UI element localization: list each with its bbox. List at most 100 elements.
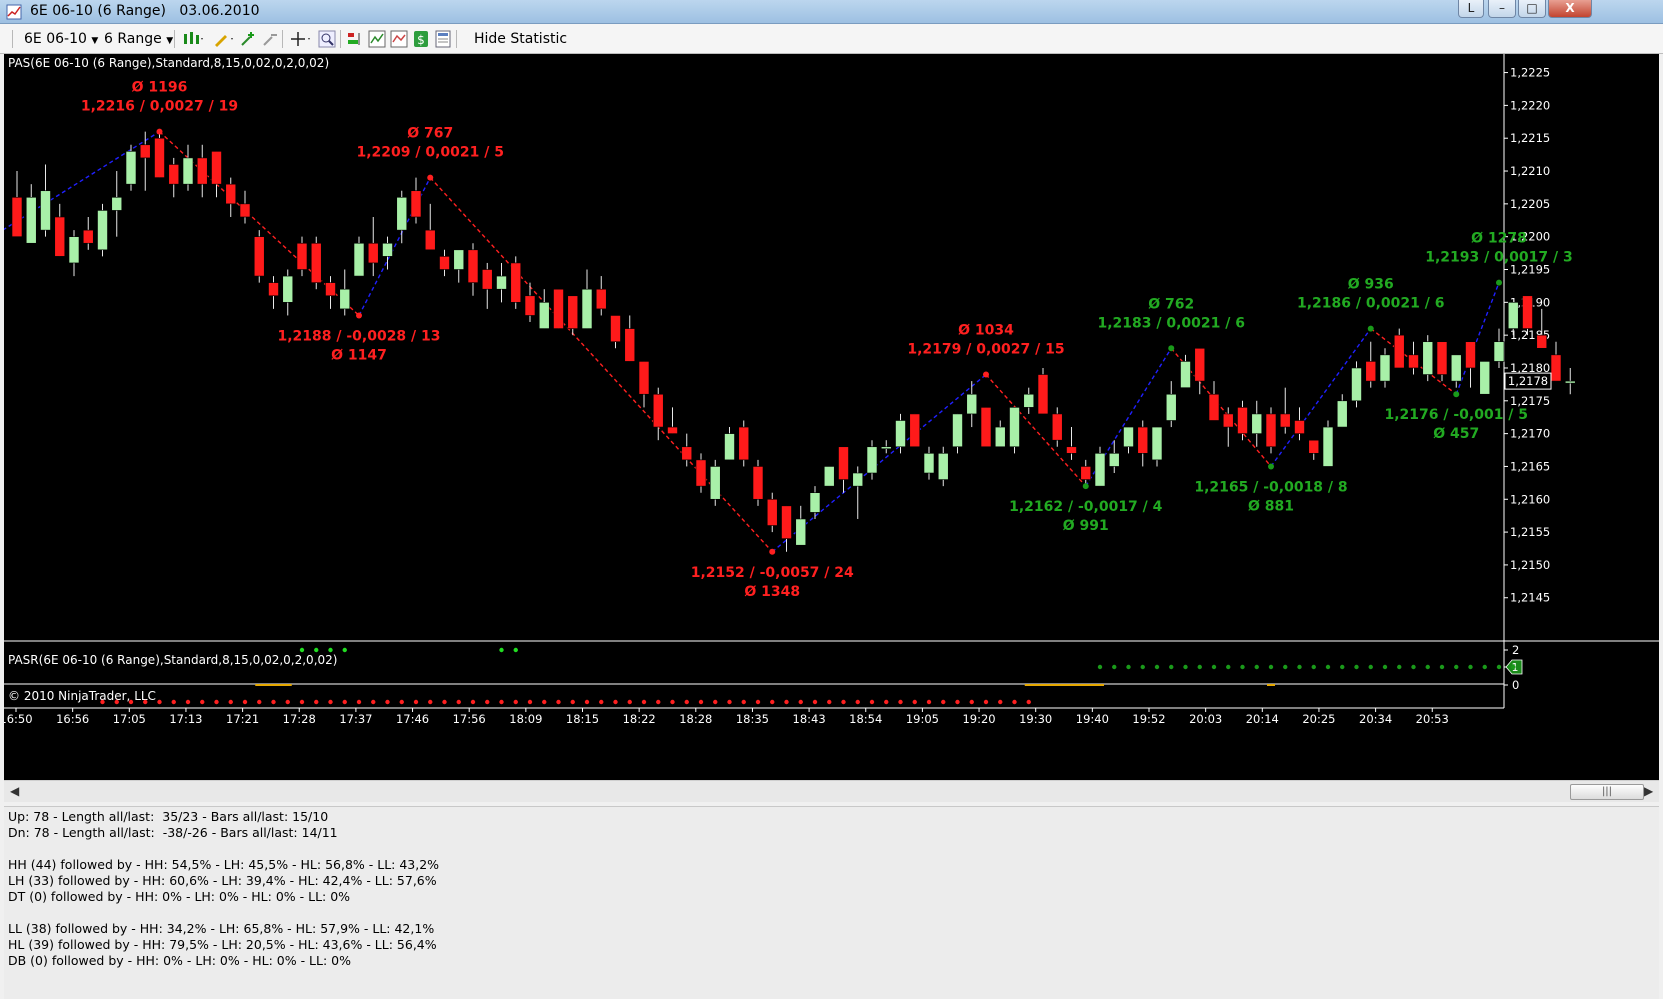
toolbar-separator bbox=[12, 30, 13, 48]
candle-down bbox=[139, 144, 151, 159]
candle-up bbox=[1123, 426, 1134, 448]
strategies-icon[interactable] bbox=[390, 30, 408, 48]
signal-dot-red bbox=[485, 699, 490, 705]
restore-button[interactable]: L bbox=[1458, 0, 1484, 18]
candle-down bbox=[410, 190, 422, 218]
instrument-label: 6E 06-10 bbox=[24, 31, 87, 47]
signal-dot-red bbox=[827, 699, 832, 705]
swing-point-marker bbox=[427, 174, 434, 181]
candle-up bbox=[125, 151, 137, 185]
signal-dot-red bbox=[755, 699, 761, 705]
scroll-right-icon[interactable]: ▶ bbox=[1644, 784, 1653, 798]
stat-line: LH (33) followed by - HH: 60,6% - LH: 39… bbox=[8, 873, 437, 888]
close-button[interactable]: X bbox=[1548, 0, 1592, 18]
candle-down bbox=[1194, 347, 1206, 382]
maximize-button[interactable]: □ bbox=[1518, 0, 1546, 18]
swing-point-marker bbox=[1496, 279, 1502, 286]
signal-dot-red bbox=[328, 699, 333, 705]
candle-up bbox=[282, 275, 294, 303]
scroll-left-icon[interactable]: ◀ bbox=[10, 784, 19, 798]
price-tick-label: 1,2215 bbox=[1510, 131, 1550, 145]
remove-indicator-icon[interactable] bbox=[262, 30, 280, 48]
candle-down bbox=[168, 164, 180, 185]
time-tick-label: 20:53 bbox=[1416, 712, 1449, 726]
period-selector[interactable]: 6 Range ▼ bbox=[104, 28, 173, 50]
candle-down bbox=[1436, 341, 1448, 375]
signal-dot-red bbox=[784, 699, 789, 705]
price-tick-label: 1,2160 bbox=[1510, 492, 1550, 506]
candle-down bbox=[1137, 426, 1149, 454]
signal-dot-red bbox=[242, 699, 248, 705]
swing-annotation: Ø 1196 bbox=[132, 80, 188, 96]
candle-up bbox=[453, 249, 465, 270]
signal-dot-red bbox=[727, 699, 732, 705]
signal-dot-green bbox=[328, 647, 333, 653]
add-indicator-icon[interactable] bbox=[240, 30, 258, 48]
time-tick-label: 16:50 bbox=[4, 712, 33, 726]
chart-area[interactable]: 1,2225 1,2220 1,2215 1,2210 1,2205 1,2200 1,21… bbox=[4, 54, 1659, 780]
signal-dot-red bbox=[399, 699, 404, 705]
candle-up bbox=[1564, 380, 1576, 384]
minimize-button[interactable]: – bbox=[1488, 0, 1516, 18]
hide-statistic-button[interactable]: Hide Statistic bbox=[474, 28, 567, 50]
restore-icon: L bbox=[1467, 1, 1475, 15]
candle-up bbox=[581, 288, 593, 329]
signal-dot-red bbox=[941, 699, 946, 705]
time-tick-label: 18:22 bbox=[623, 712, 656, 726]
swing-annotation: Ø 767 bbox=[407, 126, 453, 142]
candle-up bbox=[1450, 354, 1462, 382]
properties-icon[interactable] bbox=[434, 30, 452, 48]
candle-up bbox=[923, 453, 935, 474]
time-tick-label: 18:09 bbox=[509, 712, 542, 726]
signal-dot-green bbox=[1340, 664, 1345, 670]
candle-up bbox=[1422, 341, 1434, 375]
crosshair-icon[interactable] bbox=[290, 30, 312, 48]
signal-dot-green bbox=[1169, 664, 1174, 670]
signal-dot-red bbox=[128, 699, 134, 705]
time-tick-label: 20:34 bbox=[1359, 712, 1392, 726]
price-tick-label: 1,2145 bbox=[1510, 591, 1550, 605]
signal-dot-green bbox=[513, 647, 518, 653]
zoom-icon[interactable] bbox=[318, 30, 336, 48]
candle-up bbox=[538, 302, 550, 329]
instrument-selector[interactable]: 6E 06-10 ▼ bbox=[24, 28, 98, 50]
current-price-label: 1,2178 bbox=[1508, 374, 1548, 388]
swing-annotation: Ø 1348 bbox=[744, 584, 800, 600]
stat-line: Up: 78 - Length all/last: 35/23 - Bars a… bbox=[8, 809, 329, 824]
toolbar-separator bbox=[282, 30, 283, 48]
horizontal-scrollbar[interactable]: ◀ ||| ▶ bbox=[4, 780, 1659, 802]
price-chart[interactable]: 1,22251,22201,22151,22101,22051,22001,21… bbox=[4, 54, 1659, 780]
signal-dot-red bbox=[356, 699, 362, 705]
dollar-icon[interactable]: $ bbox=[412, 30, 430, 48]
time-tick-label: 20:03 bbox=[1189, 712, 1222, 726]
signal-dot-green bbox=[1112, 664, 1117, 670]
signal-dot-green bbox=[1183, 664, 1188, 670]
swing-annotation: 1,2183 / 0,0021 / 6 bbox=[1097, 315, 1245, 331]
indicator-label: PAS(6E 06-10 (6 Range),Standard,8,15,0,0… bbox=[8, 56, 329, 70]
signal-dot-red bbox=[599, 699, 604, 705]
drawing-tool-icon[interactable] bbox=[212, 30, 234, 48]
signal-dot-green bbox=[1297, 664, 1302, 670]
indicators-icon[interactable] bbox=[368, 30, 386, 48]
candle-down bbox=[1208, 393, 1220, 421]
candle-up bbox=[97, 210, 108, 251]
swing-point-marker bbox=[1268, 463, 1274, 470]
bar-type-icon[interactable] bbox=[182, 30, 204, 48]
price-tick-label: 1,2205 bbox=[1510, 197, 1550, 211]
candle-down bbox=[154, 137, 165, 178]
signal-dot-red bbox=[627, 699, 632, 705]
candle-down bbox=[1308, 439, 1320, 454]
swing-point-marker bbox=[356, 312, 362, 319]
data-series-icon[interactable] bbox=[346, 30, 364, 48]
stat-line: HH (44) followed by - HH: 54,5% - LH: 45… bbox=[8, 857, 440, 872]
signal-dot-red bbox=[855, 699, 860, 705]
swing-point-marker bbox=[1453, 391, 1460, 398]
signal-dot-red bbox=[513, 699, 518, 705]
time-tick-label: 17:13 bbox=[169, 712, 202, 726]
swing-point-marker bbox=[1082, 483, 1089, 490]
signal-dot-red bbox=[185, 699, 191, 705]
scroll-thumb[interactable]: ||| bbox=[1570, 784, 1644, 800]
candle-down bbox=[1408, 354, 1419, 369]
time-tick-label: 18:43 bbox=[793, 712, 826, 726]
signal-dot-green bbox=[342, 647, 347, 653]
